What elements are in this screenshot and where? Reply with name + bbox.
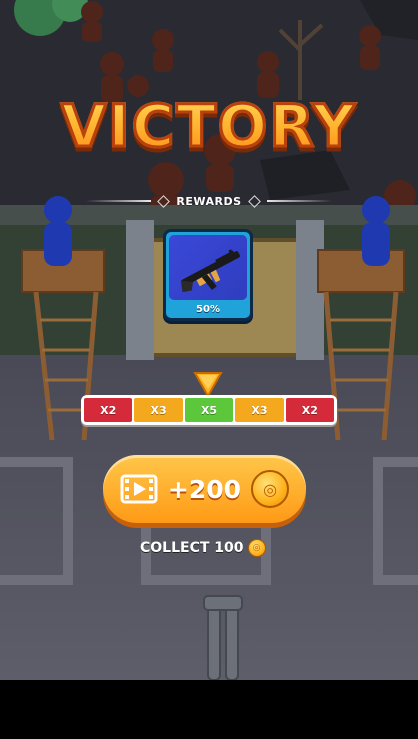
multiplier-x2-left: X2 [84, 398, 133, 422]
diamond-icon [157, 194, 171, 208]
bottom-black-bar [0, 680, 418, 739]
victory-title: VICTORY [0, 91, 418, 162]
diamond-icon [247, 194, 261, 208]
rewards-label: REWARDS [176, 194, 242, 208]
divider-left [86, 200, 152, 202]
claim-amount: +200 [167, 474, 242, 504]
collect-label: COLLECT 100 [140, 540, 244, 556]
multiplier-x3-right: X3 [235, 398, 284, 422]
multiplier-x2-right: X2 [285, 398, 335, 422]
reward-card: 50% [163, 229, 253, 321]
multiplier-x5: X5 [184, 398, 234, 422]
game-scene: VICTORY REWARDS 50% X2 X3 X5 X3 X2 +200 … [0, 0, 418, 680]
multiplier-bar: X2 X3 X5 X3 X2 [81, 395, 337, 425]
video-ad-icon [120, 474, 158, 504]
watch-ad-claim-button[interactable]: +200 ◎ [103, 455, 306, 523]
coin-icon: ◎ [247, 539, 266, 557]
rewards-header: REWARDS [86, 192, 333, 210]
collect-button[interactable]: COLLECT 100 ◎ [140, 538, 280, 558]
assault-rifle-icon [180, 249, 240, 293]
reward-percent: 50% [196, 304, 220, 315]
reward-card-image [169, 235, 247, 300]
divider-right [266, 200, 333, 202]
coin-icon: ◎ [251, 470, 290, 508]
multiplier-x3-left: X3 [134, 398, 183, 422]
